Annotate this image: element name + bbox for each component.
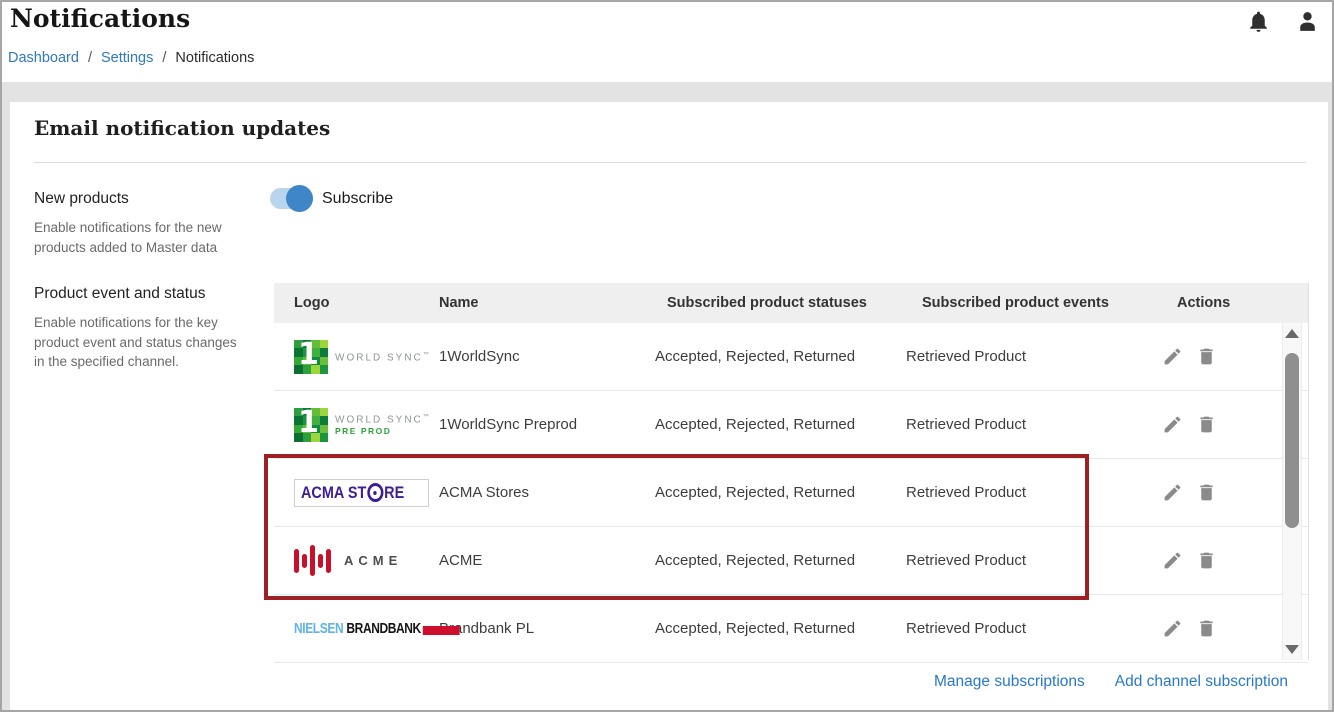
channel-name: Brandbank PL [439,620,655,637]
acma-target-o-icon [367,483,383,502]
subscribed-events: Retrieved Product [906,620,1162,637]
subscribed-statuses: Accepted, Rejected, Returned [655,484,906,501]
channel-name: ACMA Stores [439,484,655,501]
breadcrumb-current: Notifications [175,50,254,66]
delete-icon[interactable] [1196,346,1217,367]
user-icon[interactable] [1295,9,1320,34]
subscribe-row: Subscribe [270,188,393,209]
subscribed-events: Retrieved Product [906,348,1162,365]
subscribed-events: Retrieved Product [906,484,1162,501]
add-channel-subscription-link[interactable]: Add channel subscription [1115,673,1288,691]
section-title-new-products: New products [34,190,246,208]
acma-store-logo: ACMA ST RE [294,479,429,507]
panel-title: Email notification updates [34,116,330,140]
edit-icon[interactable] [1162,482,1183,503]
scroll-up-arrow-icon[interactable] [1285,329,1299,338]
subscribed-events: Retrieved Product [906,552,1162,569]
breadcrumb-dashboard[interactable]: Dashboard [8,50,79,66]
settings-panel: Email notification updates New products … [10,102,1328,710]
bell-icon[interactable] [1246,9,1271,34]
acme-logo: ACME [294,545,402,577]
page-title: Notifications [10,4,190,33]
subscribe-toggle[interactable] [270,188,313,209]
app-window: Notifications Dashboard / Settings / Not… [0,0,1334,712]
subscribe-label: Subscribe [322,190,393,208]
top-icons [1246,9,1320,34]
divider [34,162,1306,163]
channel-name: 1WorldSync Preprod [439,416,655,433]
breadcrumb: Dashboard / Settings / Notifications [8,50,254,66]
table-row: 1 WORLD SYNC™ PRE PROD 1WorldSync Prepro… [274,391,1308,459]
logo-1worldsync-preprod: 1 WORLD SYNC™ PRE PROD [294,408,439,442]
channel-subscriptions-table: Logo Name Subscribed product statuses Su… [274,283,1309,660]
section-desc-new-products: Enable notifications for the new product… [34,218,246,257]
brandbank-red-bar-icon [422,626,459,635]
worldsync-mosaic-icon: 1 [294,408,328,442]
scrollbar-thumb[interactable] [1285,353,1299,528]
channel-name: ACME [439,552,655,569]
subscribed-statuses: Accepted, Rejected, Returned [655,348,906,365]
table-row: ACMA ST RE ACMA Stores Accepted, Rejecte… [274,459,1308,527]
subscribed-statuses: Accepted, Rejected, Returned [655,416,906,433]
nielsen-brandbank-logo: NIELSEN BRANDBANK [294,620,459,637]
top-bar: Notifications Dashboard / Settings / Not… [2,2,1332,82]
logo-acma-store: ACMA ST RE [294,479,439,507]
delete-icon[interactable] [1196,414,1217,435]
section-desc-product-event: Enable notifications for the key product… [34,313,246,372]
preprod-label: PRE PROD [335,426,391,436]
acme-bars-icon [294,545,331,577]
edit-icon[interactable] [1162,346,1183,367]
footer-links: Manage subscriptions Add channel subscri… [934,673,1288,691]
logo-1worldsync: 1 WORLD SYNC™ [294,340,439,374]
breadcrumb-separator: / [88,50,92,66]
breadcrumb-separator: / [162,50,166,66]
logo-brandbank: NIELSEN BRANDBANK [294,620,439,637]
edit-icon[interactable] [1162,550,1183,571]
manage-subscriptions-link[interactable]: Manage subscriptions [934,673,1085,691]
table-scrollbar[interactable] [1282,323,1302,660]
subscribed-statuses: Accepted, Rejected, Returned [655,620,906,637]
breadcrumb-settings[interactable]: Settings [101,50,153,66]
page-band [2,82,1332,102]
table-row: 1 WORLD SYNC™ 1WorldSync Accepted, Rejec… [274,323,1308,391]
delete-icon[interactable] [1196,618,1217,639]
channel-name: 1WorldSync [439,348,655,365]
column-header-name: Name [439,295,655,311]
column-header-statuses: Subscribed product statuses [655,295,906,311]
delete-icon[interactable] [1196,550,1217,571]
edit-icon[interactable] [1162,414,1183,435]
delete-icon[interactable] [1196,482,1217,503]
column-header-actions: Actions [1162,295,1308,311]
column-header-logo: Logo [294,295,439,311]
scroll-down-arrow-icon[interactable] [1285,645,1299,654]
logo-acme: ACME [294,545,439,577]
column-header-events: Subscribed product events [906,295,1162,311]
settings-descriptions: New products Enable notifications for th… [34,190,246,372]
toggle-knob[interactable] [286,185,313,212]
worldsync-mosaic-icon: 1 [294,340,328,374]
table-row: ACME ACME Accepted, Rejected, Returned R… [274,527,1308,595]
edit-icon[interactable] [1162,618,1183,639]
table-header: Logo Name Subscribed product statuses Su… [274,283,1308,323]
table-row: NIELSEN BRANDBANK Brandbank PL Accepted,… [274,595,1308,663]
subscribed-events: Retrieved Product [906,416,1162,433]
section-title-product-event: Product event and status [34,285,246,303]
subscribed-statuses: Accepted, Rejected, Returned [655,552,906,569]
